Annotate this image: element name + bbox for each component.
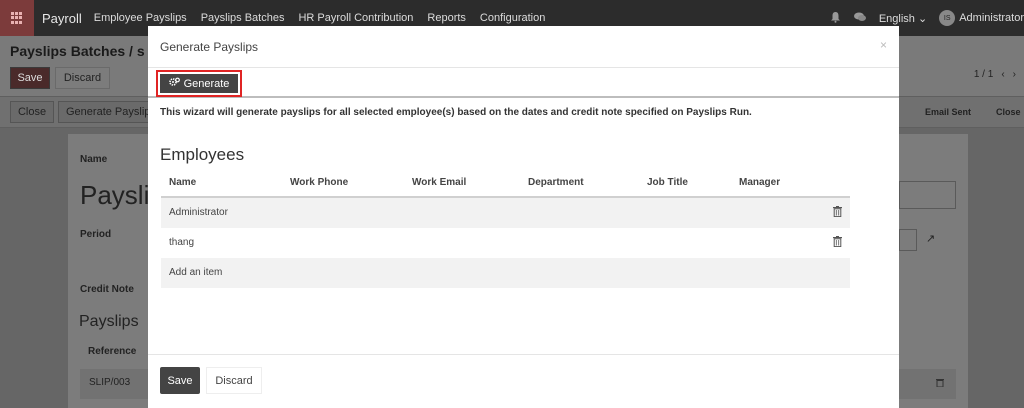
dialog-header: Generate Payslips × [148,26,899,68]
dialog-footer: Save Discard [148,354,899,408]
page-generate-payslips-button[interactable]: Generate Payslips [58,101,150,123]
menu-payslips-batches[interactable]: Payslips Batches [201,12,285,24]
col-work-email[interactable]: Work Email [412,177,466,188]
generate-label: Generate [183,77,230,90]
chevron-down-icon: ⌄ [917,12,928,25]
generate-payslips-dialog: Generate Payslips × Generate This wizard… [148,26,899,408]
col-work-phone[interactable]: Work Phone [290,177,348,188]
page-save-button[interactable]: Save [10,67,50,89]
gears-icon [168,77,180,90]
grid-icon [11,12,23,24]
chevron-right-icon[interactable]: › [1013,69,1016,80]
language-label: English [878,12,915,25]
stage-email-sent[interactable]: Email Sent [925,101,971,123]
table-row[interactable]: Administrator [161,198,850,228]
period-dropdown[interactable] [899,229,917,251]
dialog-title: Generate Payslips [160,39,259,54]
employee-name: Administrator [169,207,228,218]
trash-icon[interactable] [833,236,842,248]
chevron-left-icon[interactable]: ‹ [1001,69,1004,80]
save-button[interactable]: Save [160,367,200,394]
language-selector[interactable]: English ⌄ [879,12,927,25]
stage-close[interactable]: Close [996,101,1021,123]
generate-button[interactable]: Generate [160,74,238,93]
breadcrumb[interactable]: Payslips Batches / s [10,43,145,59]
trash-icon[interactable] [936,378,944,390]
employees-title: Employees [160,145,245,164]
trash-icon[interactable] [833,206,842,218]
payslips-section-title: Payslips [79,313,139,330]
page-discard-button[interactable]: Discard [55,67,110,89]
add-item-row: Add an item [161,258,850,288]
slip-reference: SLIP/003 [89,377,131,388]
col-name[interactable]: Name [169,177,196,188]
menu-reports[interactable]: Reports [427,12,466,24]
pager-value: 1 / 1 [973,69,994,80]
employee-name: thang [169,237,195,248]
discard-button[interactable]: Discard [206,367,262,394]
user-menu[interactable]: IS Administrator [939,10,1024,26]
col-job-title[interactable]: Job Title [647,177,688,188]
user-name: Administrator [959,12,1024,24]
generate-highlight: Generate [156,70,242,97]
add-item-link[interactable]: Add an item [169,267,222,278]
reference-header: Reference [88,346,137,357]
close-icon[interactable]: × [880,38,887,52]
table-row[interactable]: thang [161,228,850,258]
menu-configuration[interactable]: Configuration [480,12,545,24]
page-close-button[interactable]: Close [10,101,54,123]
pager: 1 / 1 ‹ › [974,69,1016,80]
dialog-description: This wizard will generate payslips for a… [160,107,752,118]
menu-employee-payslips[interactable]: Employee Payslips [94,12,187,24]
name-label: Name [80,154,108,165]
table-header: Name Work Phone Work Email Department Jo… [161,171,850,198]
bell-icon[interactable] [830,11,841,26]
external-link-icon[interactable]: ↗ [926,232,935,245]
app-brand[interactable]: Payroll [42,11,82,26]
employees-table: Name Work Phone Work Email Department Jo… [161,171,850,288]
avatar: IS [939,10,956,26]
col-department[interactable]: Department [528,177,584,188]
apps-menu-button[interactable] [0,0,34,36]
menu-hr-payroll-contribution[interactable]: HR Payroll Contribution [298,12,413,24]
credit-note-label: Credit Note [80,284,134,295]
chat-icon[interactable] [853,11,867,26]
period-label: Period [80,229,112,240]
name-field-edge [899,181,956,209]
dialog-toolbar: Generate [148,68,899,98]
col-manager[interactable]: Manager [739,177,780,188]
